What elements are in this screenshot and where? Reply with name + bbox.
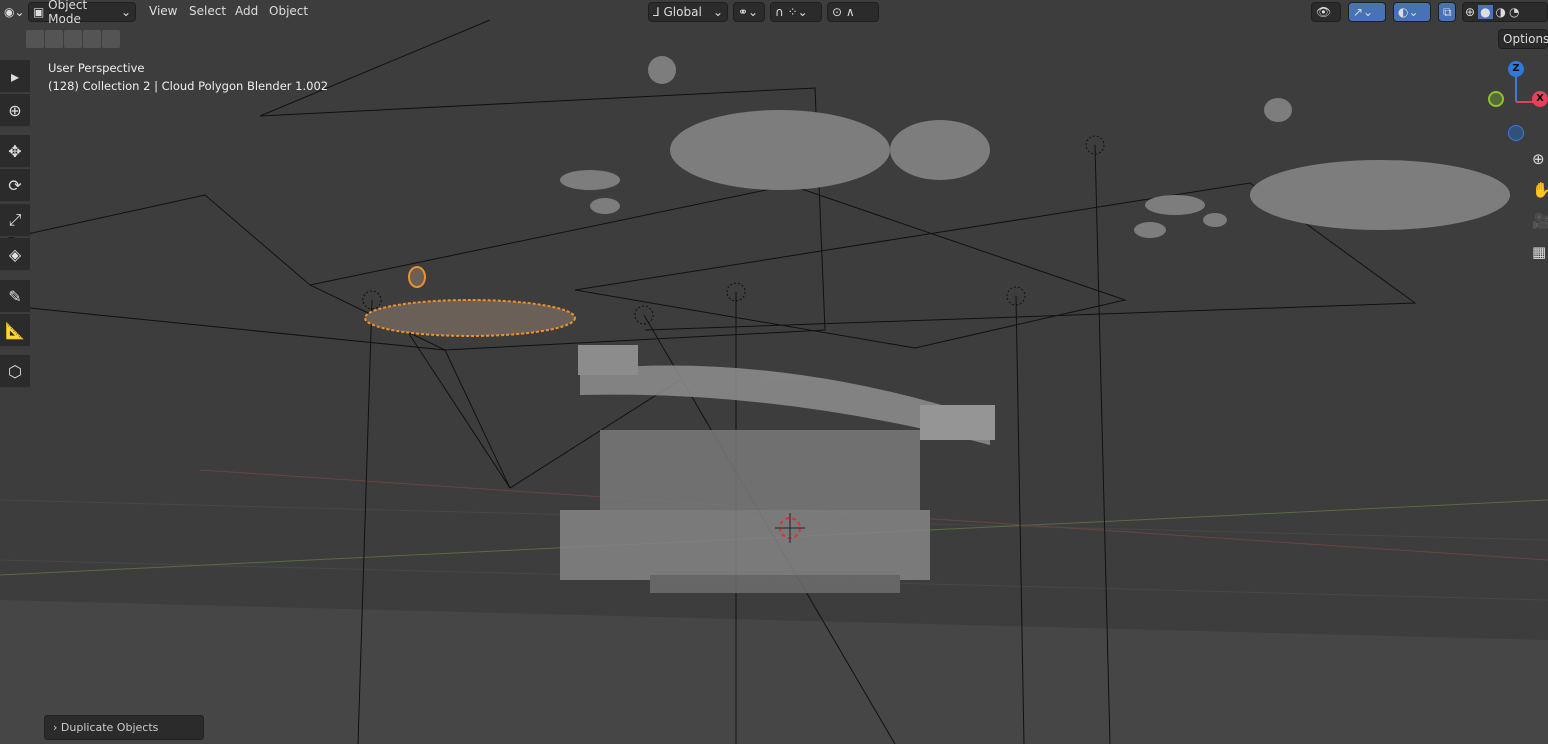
tool-add-cube[interactable]: ⬡ [0, 355, 30, 388]
gizmo-x-axis[interactable]: X [1532, 91, 1548, 107]
gizmo-toggle[interactable]: ↗⌄ [1348, 2, 1386, 22]
snap-controls[interactable]: ∩ ⁘⌄ [770, 2, 822, 22]
nav-buttons: ⊕ ✋ 🎥 ▦ [1532, 144, 1548, 268]
scale-icon: ⤢ [8, 210, 22, 229]
tool-transform[interactable]: ◈ [0, 238, 30, 271]
pivot-point-dropdown[interactable]: ⚭⌄ [733, 2, 765, 22]
overlays-toggle[interactable]: ◐⌄ [1393, 2, 1431, 22]
chevron-down-icon: ⌄ [712, 5, 723, 19]
menu-object[interactable]: Object [269, 4, 308, 18]
visibility-dropdown[interactable]: 👁 [1311, 2, 1341, 22]
measure-icon: 📐 [5, 320, 25, 340]
select-mode-subtract[interactable] [64, 30, 82, 48]
tool-measure[interactable]: 📐 [0, 314, 30, 347]
gizmo-z-axis[interactable]: Z [1508, 61, 1524, 77]
chevron-right-icon: › [53, 721, 61, 734]
options-button[interactable]: Options [1498, 29, 1548, 49]
menu-view[interactable]: View [149, 4, 177, 18]
overlays-icon: ◐⌄ [1398, 5, 1419, 19]
object-mode-icon: ▣ [33, 5, 49, 19]
tool-cursor[interactable]: ⊕ [0, 94, 30, 127]
snap-icon: ∩ ⁘⌄ [775, 5, 808, 19]
object-info: (128) Collection 2 | Cloud Polygon Blend… [48, 79, 329, 93]
cursor-icon: ⊕ [8, 100, 22, 120]
xray-toggle[interactable]: ⧉ [1438, 2, 1456, 22]
chevron-down-icon: ⌄ [120, 5, 131, 19]
xray-icon: ⧉ [1443, 4, 1452, 19]
rendered-shading-icon[interactable]: ◔ [1509, 5, 1519, 19]
tool-select-box[interactable]: ▸ [0, 60, 30, 93]
editor-type-button[interactable]: ◉⌄ [0, 2, 25, 22]
viewport-icon: ◉⌄ [4, 5, 25, 19]
mode-dropdown[interactable]: ▣ Object Mode ⌄ [28, 0, 136, 26]
gizmo-neg-z-axis[interactable] [1508, 125, 1524, 141]
move-icon: ✥ [8, 141, 22, 161]
select-mode-new[interactable] [26, 30, 44, 48]
gizmo-neg-y-axis[interactable] [1488, 91, 1504, 107]
annotate-icon: ✎ [8, 286, 22, 306]
menu-add[interactable]: Add [235, 4, 258, 18]
axes-icon: ⅃ [653, 5, 664, 19]
proportional-icon: ⊙ ∧ [832, 5, 855, 19]
material-shading-icon[interactable]: ◑ [1496, 5, 1506, 19]
menu-select[interactable]: Select [189, 4, 226, 18]
solid-shading-icon[interactable]: ● [1478, 5, 1493, 19]
hand-pan-icon[interactable]: ✋ [1532, 175, 1548, 206]
3d-viewport[interactable] [0, 0, 1548, 744]
proportional-editing[interactable]: ⊙ ∧ [827, 2, 879, 22]
cube-icon: ⬡ [8, 361, 22, 381]
tool-scale[interactable]: ⤢ [0, 204, 30, 237]
select-mode-extend[interactable] [45, 30, 63, 48]
tool-rotate[interactable]: ⟳ [0, 169, 30, 202]
shading-modes[interactable]: ⊕ ● ◑ ◔ [1462, 2, 1548, 22]
select-mode-intersect[interactable] [102, 30, 120, 48]
view-name: User Perspective [48, 61, 145, 75]
zoom-icon[interactable]: ⊕ [1532, 144, 1548, 175]
camera-icon[interactable]: 🎥 [1532, 206, 1548, 237]
select-mode-invert[interactable] [83, 30, 101, 48]
transform-orientation-dropdown[interactable]: ⅃ Global ⌄ [648, 2, 728, 22]
select-box-icon: ▸ [10, 66, 20, 86]
rotate-icon: ⟳ [8, 175, 22, 195]
navigation-gizmo[interactable]: Z X [1480, 58, 1548, 148]
transform-icon: ◈ [8, 244, 22, 264]
wireframe-shading-icon[interactable]: ⊕ [1465, 5, 1475, 19]
pivot-icon: ⚭⌄ [738, 5, 759, 19]
tool-move[interactable]: ✥ [0, 135, 30, 168]
operator-panel[interactable]: › Duplicate Objects [44, 715, 204, 740]
eye-icon: 👁 [1316, 5, 1332, 19]
grid-icon[interactable]: ▦ [1532, 237, 1548, 268]
gizmo-icon: ↗⌄ [1353, 5, 1374, 19]
tool-annotate[interactable]: ✎ [0, 280, 30, 313]
